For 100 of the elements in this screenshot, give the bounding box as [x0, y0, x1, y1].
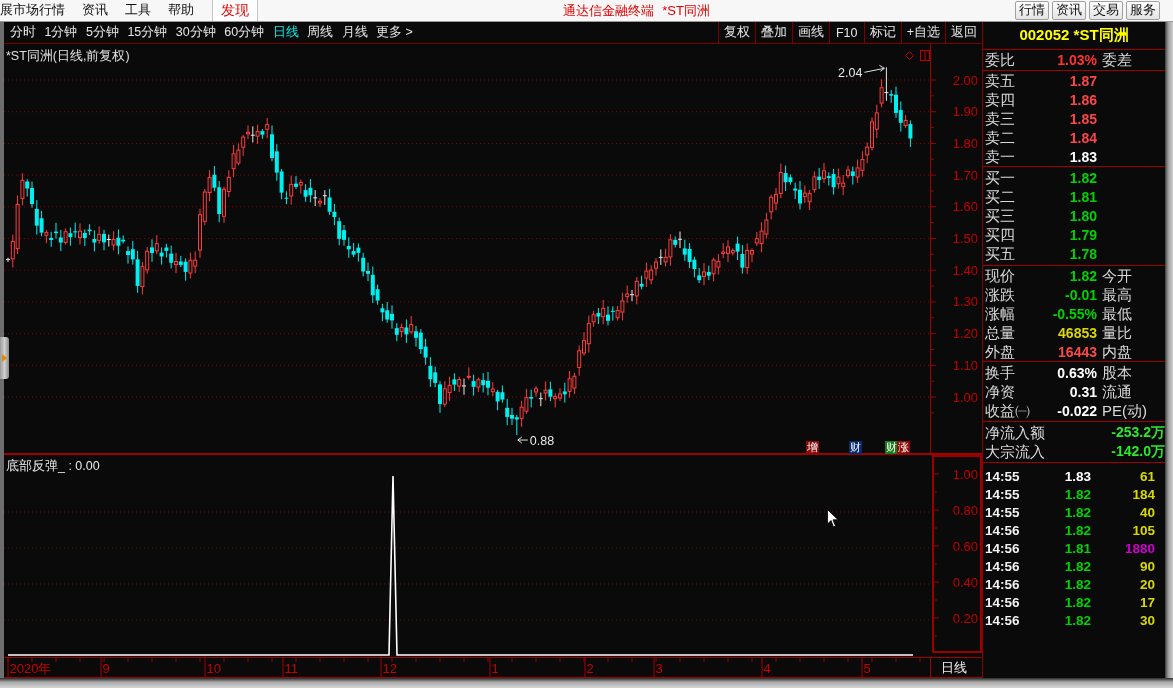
nav-button[interactable]: 交易	[1089, 1, 1123, 20]
period-tab[interactable]: 30分钟	[175, 22, 216, 43]
quote-label: 最低	[1102, 304, 1133, 323]
period-tab[interactable]: 日线	[272, 22, 299, 43]
more-menu-button[interactable]: 更多 >	[376, 22, 413, 43]
price-axis-label: 1.10	[952, 357, 978, 373]
event-tag[interactable]: 财	[849, 441, 862, 454]
indicator-axis-label: 0.40	[952, 574, 978, 590]
tick-volume: 40	[1138, 504, 1155, 520]
quote-value: -0.01	[1064, 286, 1097, 303]
date-axis-label: 12	[382, 661, 397, 676]
tick-price: 1.82	[1063, 594, 1091, 610]
date-axis-label: 5	[863, 661, 871, 676]
period-tab[interactable]: 15分钟	[127, 22, 168, 43]
quote-value: -253.2万	[1111, 423, 1165, 442]
highlighted-menu-item[interactable]: 发现	[212, 0, 258, 21]
price-axis-label: 1.60	[952, 199, 978, 215]
quote-value: -0.022	[1056, 402, 1097, 419]
arrow-icon	[517, 436, 529, 444]
quote-label: 涨跌	[985, 285, 1016, 304]
quote-value: 1.81	[1068, 188, 1097, 205]
quote-label: 内盘	[1102, 342, 1133, 361]
price-axis-label: 1.30	[952, 294, 978, 310]
tick-time: 14:56	[985, 612, 1021, 628]
tick-volume: 184	[1131, 486, 1155, 502]
tick-price: 1.82	[1063, 558, 1091, 574]
price-axis-label: 1.00	[952, 389, 978, 405]
quote-value: 1.84	[1068, 129, 1097, 146]
quote-label: 卖一	[985, 147, 1016, 166]
quote-label: 大宗流入	[985, 442, 1045, 461]
app-title: 通达信金融终端	[563, 1, 655, 20]
toolbar-button[interactable]: F10	[828, 22, 864, 43]
period-tab[interactable]: 月线	[341, 22, 368, 43]
toolbar-button[interactable]: 画线	[791, 22, 829, 43]
indicator-axis-label: 0.80	[952, 502, 978, 518]
quote-label: 最高	[1102, 285, 1133, 304]
quote-label: 换手	[985, 363, 1016, 382]
quote-value: 1.87	[1068, 72, 1097, 89]
price-axis-label: 1.40	[952, 262, 978, 278]
date-axis-label: 2020年	[9, 661, 52, 676]
menu-item[interactable]: 帮助	[168, 0, 194, 21]
price-axis-label: 1.90	[952, 104, 978, 120]
tick-volume: 105	[1131, 522, 1155, 538]
quote-label: 现价	[985, 266, 1016, 285]
period-tab[interactable]: 60分钟	[224, 22, 265, 43]
toolbar-button[interactable]: 复权	[717, 22, 755, 43]
quote-label: 外盘	[985, 342, 1016, 361]
period-tab[interactable]: 1分钟	[44, 22, 78, 43]
tick-volume: 30	[1138, 612, 1155, 628]
indicator-axis-label: 1.00	[952, 466, 978, 482]
tick-time: 14:55	[985, 486, 1021, 502]
quote-label: 买四	[985, 225, 1016, 244]
event-tag[interactable]: 涨	[897, 441, 910, 454]
date-axis-label: 11	[284, 661, 298, 676]
quote-value: 1.80	[1068, 207, 1097, 224]
quote-label: 卖四	[985, 90, 1016, 109]
quote-value: 1.79	[1068, 226, 1097, 243]
stock-title: *ST同洲	[662, 1, 710, 20]
quote-label: 买二	[985, 187, 1016, 206]
tick-time: 14:56	[985, 522, 1021, 538]
tick-price: 1.83	[1063, 468, 1091, 484]
quote-label: 买三	[985, 206, 1016, 225]
indicator-axis-label: 0.20	[952, 610, 978, 626]
toolbar-button[interactable]: 标记	[863, 22, 901, 43]
quote-value: 1.78	[1068, 245, 1097, 262]
tick-volume: 1880	[1123, 540, 1155, 556]
indicator-axis-label: 0.60	[952, 538, 978, 554]
quote-label: 净流入额	[985, 423, 1045, 442]
quote-label: 股本	[1102, 363, 1133, 382]
tick-time: 14:56	[985, 558, 1021, 574]
event-tag[interactable]: 增	[806, 441, 819, 454]
diamond-icon[interactable]	[905, 51, 914, 60]
menu-item[interactable]: 资讯	[82, 0, 108, 21]
date-axis-label: 1	[491, 661, 499, 676]
mouse-pointer-icon	[827, 509, 839, 528]
nav-button[interactable]: 服务	[1126, 1, 1160, 20]
quote-value: 1.03%	[1056, 51, 1097, 68]
split-square-icon[interactable]	[920, 50, 930, 61]
tick-time: 14:56	[985, 576, 1021, 592]
menu-item[interactable]: 工具	[125, 0, 151, 21]
date-axis-label: 3	[655, 661, 663, 676]
tick-time: 14:55	[985, 504, 1021, 520]
period-tab[interactable]: 周线	[307, 22, 334, 43]
quote-label: 净资	[985, 382, 1016, 401]
toolbar-button[interactable]: 叠加	[754, 22, 792, 43]
period-tab[interactable]: 分时	[10, 22, 36, 43]
quote-label: 买五	[985, 244, 1016, 263]
indicator-label: 底部反弹_ : 0.00	[6, 458, 100, 475]
tick-price: 1.81	[1063, 540, 1091, 556]
low-price-label: 0.88	[529, 433, 555, 448]
date-axis-label: 2	[586, 661, 594, 676]
tick-volume: 20	[1138, 576, 1155, 592]
toolbar-button[interactable]: +自选	[900, 22, 945, 43]
nav-button[interactable]: 行情	[1015, 1, 1049, 20]
period-tab[interactable]: 5分钟	[85, 22, 119, 43]
quote-value: 1.82	[1068, 267, 1097, 284]
nav-button[interactable]: 资讯	[1052, 1, 1086, 20]
tick-price: 1.82	[1063, 504, 1091, 520]
menu-item[interactable]: 展市场行情	[0, 0, 65, 21]
quote-label: 今开	[1102, 266, 1133, 285]
